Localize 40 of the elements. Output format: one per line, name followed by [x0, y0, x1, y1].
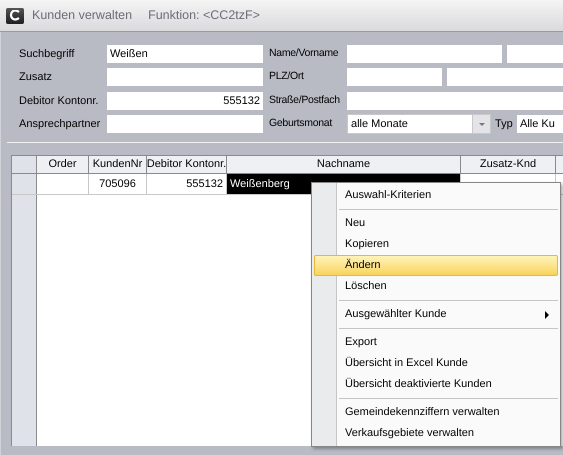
- column-header[interactable]: Debitor Kontonr.: [147, 156, 227, 173]
- field-label: Debitor Kontonr.: [19, 94, 100, 108]
- menu-item[interactable]: Export: [314, 332, 558, 353]
- text-field[interactable]: 555132: [107, 92, 263, 110]
- text-field[interactable]: [107, 115, 263, 134]
- menu-item[interactable]: Gemeindekennziffern verwalten: [314, 402, 558, 423]
- field-label: Typ: [494, 117, 514, 132]
- text-field[interactable]: Alle Ku: [517, 115, 563, 134]
- text-field[interactable]: [447, 68, 563, 86]
- column-header[interactable]: Zusatz-Knd: [461, 156, 556, 173]
- dropdown-arrow-icon: [478, 122, 484, 126]
- text-field[interactable]: [347, 44, 502, 63]
- field-label: Geburtsmonat: [268, 116, 334, 132]
- dropdown[interactable]: alle Monate: [347, 114, 491, 134]
- function-label: Funktion: <CC2tzF>: [148, 7, 260, 24]
- text-field[interactable]: [507, 44, 563, 63]
- menu-item[interactable]: Neu: [314, 213, 558, 234]
- field-label: Ansprechpartner: [19, 117, 102, 132]
- field-label: Name/Vorname: [268, 46, 340, 61]
- menu-item[interactable]: Übersicht deaktivierte Kunden: [314, 374, 558, 395]
- menu-item[interactable]: Ändern: [314, 255, 558, 276]
- column-header[interactable]: KundenNr: [89, 156, 147, 173]
- field-label: Zusatz: [19, 70, 54, 85]
- menu-item[interactable]: Übersicht in Excel Kunde: [314, 353, 558, 374]
- field-label: Suchbegriff: [19, 46, 76, 62]
- column-header[interactable]: Nachname: [227, 156, 461, 173]
- text-field[interactable]: [107, 68, 263, 86]
- menu-item[interactable]: Löschen: [314, 276, 558, 297]
- menu-item[interactable]: Ausgewählter Kunde: [314, 304, 558, 325]
- submenu-arrow-icon: [545, 310, 549, 318]
- text-field[interactable]: Weißen: [107, 44, 263, 63]
- text-field[interactable]: [347, 92, 563, 110]
- column-header[interactable]: Order: [37, 156, 89, 173]
- field-label: PLZ/Ort: [268, 69, 305, 84]
- menu-item[interactable]: Verkaufsgebiete verwalten: [314, 423, 558, 444]
- app-logo-icon: [6, 8, 24, 24]
- window-title: Kunden verwalten: [32, 7, 132, 24]
- field-label: Straße/Postfach: [268, 92, 341, 108]
- text-field[interactable]: [347, 68, 442, 86]
- menu-item[interactable]: Kopieren: [314, 234, 558, 255]
